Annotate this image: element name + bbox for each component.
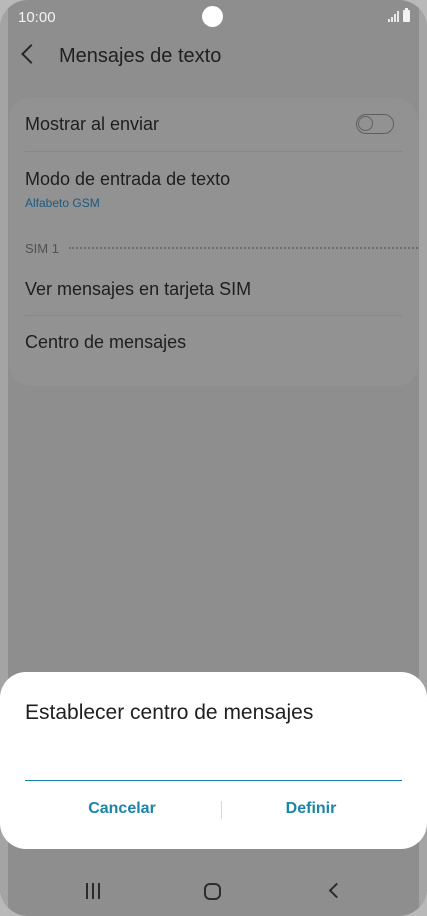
setting-label: Modo de entrada de texto xyxy=(25,169,231,189)
setting-value: Alfabeto GSM xyxy=(25,196,100,210)
cancel-button[interactable]: Cancelar xyxy=(22,800,222,824)
navigation-bar xyxy=(0,862,427,916)
setting-view-sim-messages[interactable]: Ver mensajes en tarjeta SIM xyxy=(25,279,402,300)
setting-message-center[interactable]: Centro de mensajes xyxy=(25,332,402,353)
setting-input-mode[interactable]: Modo de entrada de texto Alfabeto GSM xyxy=(25,169,402,210)
setting-label: Ver mensajes en tarjeta SIM xyxy=(25,279,252,299)
signal-icon xyxy=(388,11,399,22)
section-header-sim1: SIM 1 xyxy=(25,240,418,256)
back-icon[interactable] xyxy=(328,882,345,899)
dialog-title: Establecer centro de mensajes xyxy=(25,701,314,724)
home-icon[interactable] xyxy=(204,883,221,900)
back-arrow-icon[interactable] xyxy=(21,44,41,64)
message-center-input[interactable] xyxy=(25,762,402,781)
show-on-send-toggle[interactable] xyxy=(356,114,394,134)
section-label: SIM 1 xyxy=(25,240,59,256)
front-camera-cutout xyxy=(202,6,223,27)
message-center-dialog: Establecer centro de mensajes Cancelar D… xyxy=(0,672,427,849)
setting-label: Mostrar al enviar xyxy=(25,114,160,134)
app-header: Mensajes de texto xyxy=(0,36,427,76)
status-bar: 10:00 xyxy=(0,0,427,34)
setting-label: Centro de mensajes xyxy=(25,332,187,352)
divider xyxy=(25,315,402,316)
divider xyxy=(25,151,402,152)
battery-icon xyxy=(403,8,410,22)
phone-screen: 10:00 Mensajes de texto Mostrar al envia… xyxy=(0,0,427,916)
status-time: 10:00 xyxy=(18,9,56,26)
setting-show-on-send[interactable]: Mostrar al enviar xyxy=(25,114,402,135)
toggle-knob xyxy=(358,116,373,131)
section-dotted-line xyxy=(68,247,418,249)
page-title: Mensajes de texto xyxy=(59,45,222,67)
define-button[interactable]: Definir xyxy=(211,800,411,824)
status-icons xyxy=(388,8,410,22)
settings-card: Mostrar al enviar Modo de entrada de tex… xyxy=(9,98,418,386)
recents-icon[interactable] xyxy=(86,883,100,899)
